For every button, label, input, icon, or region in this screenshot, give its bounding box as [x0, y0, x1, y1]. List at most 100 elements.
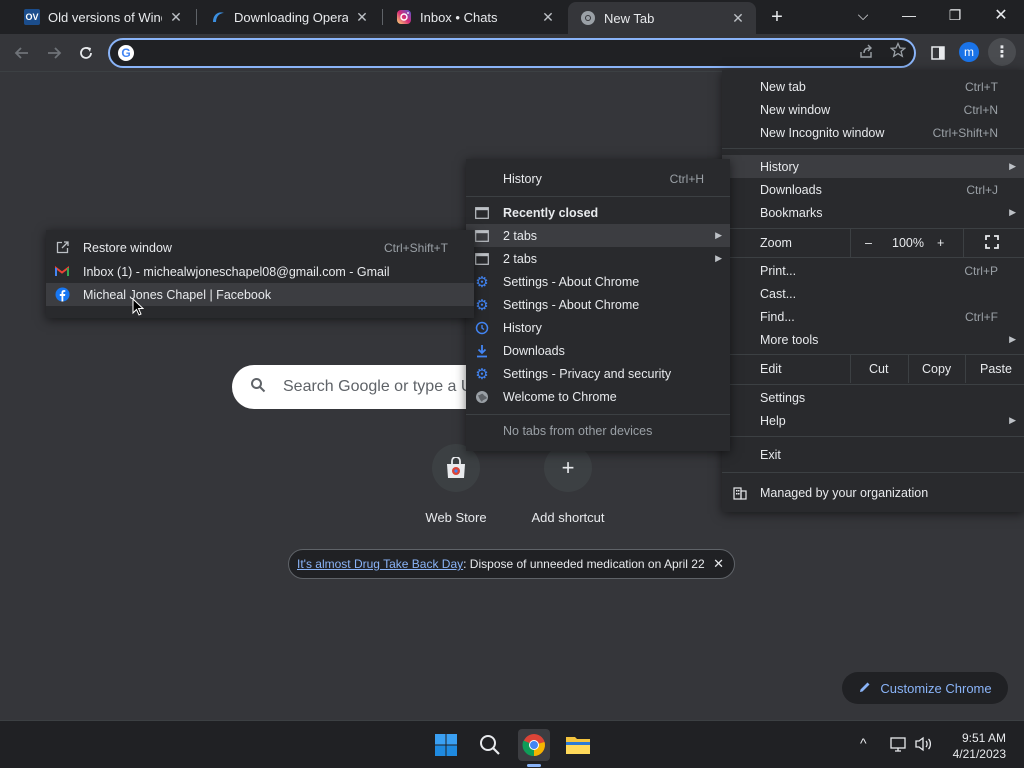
search-icon [250, 377, 266, 398]
menu-separator [466, 414, 730, 415]
menu-item-downloads[interactable]: Downloads Ctrl+J [722, 178, 1024, 201]
menu-item-settings[interactable]: Settings [722, 386, 1024, 409]
windows-start-icon[interactable] [430, 729, 462, 761]
zoom-out-button[interactable]: – [865, 236, 872, 250]
promo-banner: It's almost Drug Take Back Day: Dispose … [288, 549, 735, 579]
back-arrow-icon[interactable] [10, 41, 34, 65]
submenu-arrow-icon: ▶ [1009, 161, 1016, 171]
share-icon[interactable] [858, 43, 874, 63]
chrome-icon [580, 10, 596, 26]
promo-close-icon[interactable]: ✕ [713, 556, 724, 572]
system-clock[interactable]: 9:51 AM 4/21/2023 [944, 730, 1006, 762]
menu-separator [722, 148, 1024, 149]
menu-separator [722, 436, 1024, 437]
toolbar: G [0, 34, 1024, 72]
tab-title: New Tab [604, 10, 655, 26]
history-item-settings-privacy[interactable]: ⚙ Settings - Privacy and security [466, 362, 730, 385]
shortcut-add[interactable]: + Add shortcut [513, 444, 623, 525]
chrome-icon[interactable] [518, 729, 550, 761]
history-item-settings[interactable]: ⚙ Settings - About Chrome [466, 293, 730, 316]
file-explorer-icon[interactable] [562, 729, 594, 761]
zoom-divider [850, 228, 851, 257]
oldversion-favicon-icon: OV [24, 9, 40, 25]
edit-divider [850, 354, 851, 383]
tab-title: Old versions of Windows [48, 9, 162, 25]
tab-close-icon[interactable]: ✕ [354, 9, 370, 25]
globe-icon [474, 389, 490, 405]
history-item-welcome[interactable]: Welcome to Chrome [466, 385, 730, 408]
submenu-arrow-icon: ▶ [1009, 415, 1016, 425]
tab-close-icon[interactable]: ✕ [540, 9, 556, 25]
new-tab-button[interactable]: + [766, 6, 788, 28]
menu-item-history[interactable]: History ▶ [722, 155, 1024, 178]
active-app-indicator [527, 764, 541, 767]
tab-search-dropdown-icon[interactable]: ⌵ [840, 0, 886, 30]
history-item-settings[interactable]: ⚙ Settings - About Chrome [466, 270, 730, 293]
tab-separator [196, 9, 197, 25]
tab-title: Downloading Opera 10 [234, 9, 348, 25]
menu-item-cast[interactable]: Cast... [722, 282, 1024, 305]
tray-chevron-icon[interactable]: ^ [860, 735, 867, 751]
tab-instagram-inbox[interactable]: Inbox • Chats ✕ [384, 2, 566, 32]
fullscreen-icon[interactable] [985, 235, 999, 252]
tab-separator [382, 9, 383, 25]
tab-old-versions[interactable]: OV Old versions of Windows ✕ [12, 2, 194, 32]
customize-label: Customize Chrome [880, 680, 992, 696]
close-window-button[interactable]: ✕ [978, 0, 1024, 30]
window-icon [474, 228, 490, 244]
side-panel-icon[interactable] [926, 41, 950, 65]
forward-arrow-icon[interactable] [42, 41, 66, 65]
address-bar[interactable]: G [108, 38, 916, 68]
tab-close-icon[interactable]: ✕ [730, 10, 746, 26]
history-item-downloads[interactable]: Downloads [466, 339, 730, 362]
menu-item-managed[interactable]: Managed by your organization [722, 481, 1024, 504]
shortcut-web-store[interactable]: Web Store [401, 444, 511, 525]
maximize-button[interactable]: ❐ [932, 0, 978, 30]
reload-icon[interactable] [74, 41, 98, 65]
zoom-in-button[interactable]: + [937, 236, 944, 250]
menu-item-exit[interactable]: Exit [722, 443, 1024, 466]
open-in-new-icon [54, 240, 70, 256]
search-icon[interactable] [474, 729, 506, 761]
windows-taskbar: ^ 9:51 AM 4/21/2023 [0, 720, 1024, 768]
paste-button[interactable]: Paste [980, 362, 1012, 376]
tab-downloading-opera[interactable]: Downloading Opera 10 ✕ [198, 2, 380, 32]
menu-item-help[interactable]: Help ▶ [722, 409, 1024, 432]
clock-time: 9:51 AM [961, 731, 1006, 745]
closed-tab-facebook[interactable]: Micheal Jones Chapel | Facebook [46, 283, 474, 306]
menu-item-find[interactable]: Find... Ctrl+F [722, 305, 1024, 328]
menu-item-new-tab[interactable]: New tab Ctrl+T [722, 75, 1024, 98]
bookmark-star-icon[interactable] [889, 41, 907, 63]
cut-button[interactable]: Cut [869, 362, 888, 376]
gmail-icon [54, 264, 70, 280]
menu-item-more-tools[interactable]: More tools ▶ [722, 328, 1024, 351]
plus-icon: + [544, 444, 592, 492]
network-icon[interactable] [890, 736, 908, 755]
volume-icon[interactable] [914, 736, 934, 755]
closed-tab-gmail[interactable]: Inbox (1) - michealwjoneschapel08@gmail.… [46, 260, 474, 283]
submenu-arrow-icon: ▶ [715, 253, 722, 263]
tab-new-tab[interactable]: New Tab ✕ [568, 2, 756, 34]
tab-close-icon[interactable]: ✕ [168, 9, 184, 25]
history-item-history-page[interactable]: History [466, 316, 730, 339]
history-item-2-tabs[interactable]: 2 tabs ▶ [466, 247, 730, 270]
promo-text: : Dispose of unneeded medication on Apri… [463, 557, 705, 571]
menu-item-print[interactable]: Print... Ctrl+P [722, 259, 1024, 282]
menu-item-new-incognito[interactable]: New Incognito window Ctrl+Shift+N [722, 121, 1024, 144]
pencil-icon [858, 680, 872, 697]
google-icon: G [118, 45, 134, 61]
restore-window-item[interactable]: Restore window Ctrl+Shift+T [46, 236, 474, 259]
menu-item-bookmarks[interactable]: Bookmarks ▶ [722, 201, 1024, 224]
menu-item-new-window[interactable]: New window Ctrl+N [722, 98, 1024, 121]
copy-button[interactable]: Copy [922, 362, 951, 376]
profile-avatar[interactable]: m [959, 42, 979, 62]
clock-date: 4/21/2023 [952, 747, 1006, 761]
submenu-arrow-icon: ▶ [1009, 207, 1016, 217]
shortcut-label: Add shortcut [531, 510, 605, 525]
chrome-menu-kebab-icon[interactable]: ⋮ [988, 38, 1016, 66]
history-item-history[interactable]: History Ctrl+H [466, 167, 730, 190]
customize-chrome-button[interactable]: Customize Chrome [842, 672, 1008, 704]
history-item-2-tabs[interactable]: 2 tabs ▶ [466, 224, 730, 247]
promo-link[interactable]: It's almost Drug Take Back Day [297, 557, 463, 571]
minimize-button[interactable]: — [886, 0, 932, 30]
